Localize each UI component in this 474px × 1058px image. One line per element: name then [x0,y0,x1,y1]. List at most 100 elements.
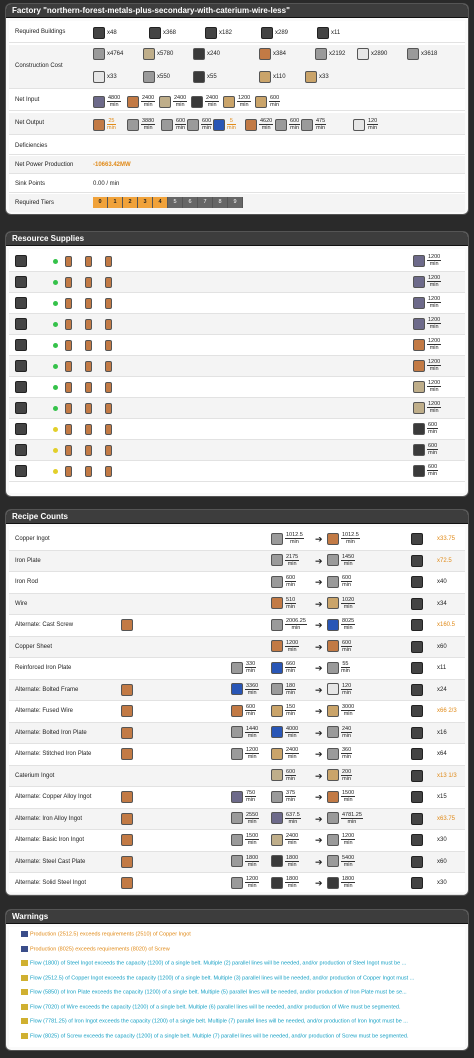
rate-denominator: min [429,324,439,330]
arrow-icon: ➔ [315,577,323,587]
cost-count: x2890 [371,51,388,57]
supply-row: 600 min [9,419,465,440]
coal-icon [191,95,203,108]
rate-fraction: 3880 min [141,118,156,131]
rate-denominator: min [247,818,257,825]
concrete-icon [143,48,155,60]
rate-fraction: 637.5 min [285,812,301,825]
rate-denominator: min [286,668,296,674]
rate-fraction: 330 min [245,661,257,674]
tier-0[interactable]: 0 [93,197,108,208]
rate-fraction: 1200 min [427,401,442,414]
ingredient-icon [271,640,283,652]
tier-6[interactable]: 6 [183,197,198,208]
warning-item: Flow (5850) of Iron Plate exceeds the ca… [21,989,407,995]
rate-denominator: min [247,861,257,868]
rate-fraction: 200 min [341,769,353,782]
building-icon [411,769,423,782]
rate-denominator: min [343,861,353,868]
recipe-output: 1500 min [327,790,356,803]
tier-2[interactable]: 2 [123,197,138,208]
tier-4[interactable]: 4 [153,197,168,208]
output-row: Net Output 25 min 3880 min 600 min 600 min 5 min 4… [9,113,465,135]
product-icon [327,640,339,652]
barrel-icon [65,466,72,477]
tier-8[interactable]: 8 [213,197,228,208]
rate-numerator: 1200 [427,317,442,324]
rate-numerator: 360 [341,747,353,754]
warning-item: Flow (1800) of Steel Ingot exceeds the c… [21,960,406,966]
ingredient-icon [231,790,243,803]
miner-icon [15,318,27,330]
product-icon [327,661,339,674]
recipe-row: Copper Ingot 1012.5 min ➔ 1012.5 min x33.75 [9,529,465,551]
status-dot [53,280,58,285]
cost-count: x384 [273,51,287,57]
rate-denominator: min [288,818,298,825]
rate-numerator: 3880 [141,118,156,125]
rate-numerator: 600 [341,575,353,582]
rate-denominator: min [287,840,297,846]
rate-fraction: 3000 min [341,704,356,717]
cost-item: x55 [193,71,217,83]
recipes-title: Recipe Counts [6,510,468,524]
copper-ore-icon [413,359,425,372]
rate-fraction: 600 min [201,118,213,131]
warning-item: Flow (7020) of Wire exceeds the capacity… [21,1003,401,1010]
recipe-input: 1800 min [271,855,300,868]
rate-numerator: 375 [285,790,297,797]
rate-denominator: min [343,711,353,717]
cost-item: x3618 [407,48,437,60]
recipe-output: 1012.5 min [327,532,360,545]
barrel-icon [85,382,92,393]
status-dot [53,385,58,390]
recipe-output: 200 min [327,769,353,782]
recipe-output: 120 min [327,683,353,696]
tier-5[interactable]: 5 [168,197,183,208]
rate-fraction: 1200 min [427,359,442,372]
rate-denominator: min [368,125,378,131]
rate-denominator: min [343,603,353,610]
rate-fraction: 510 min [285,597,297,610]
rate-denominator: min [286,711,296,717]
ingredient-icon [271,790,283,803]
rate-numerator: 4781.25 [341,811,363,819]
tier-9[interactable]: 9 [228,197,243,208]
sink-value: 0.00 / min [93,181,120,187]
rate-fraction: 1012.5 min [285,532,304,545]
screw-icon [213,118,225,131]
product-icon [327,833,339,846]
rate-numerator: 1450 [341,553,356,561]
building-count: x48 [107,30,117,36]
warning-text: Flow (5850) of Iron Plate exceeds the ca… [30,989,407,996]
rate-numerator: 2400 [173,95,188,102]
motor-icon [193,71,205,83]
building-icon [411,533,423,545]
reinforced-plate-icon [301,118,313,131]
tier-3[interactable]: 3 [138,197,153,208]
modular-frame-icon [93,71,105,83]
tier-7[interactable]: 7 [198,197,213,208]
recipe-output: 360 min [327,747,353,760]
supply-row: 600 min [9,461,465,482]
miner-icon [317,27,329,39]
rate-fraction: 120 min [341,683,353,696]
recipe-input: 2006.25 min [271,618,307,631]
recipe-row: Iron Rod 600 min ➔ 600 min x40 [9,572,465,594]
warning-text: Production (8025) exceeds requirements (… [30,945,170,952]
recipe-output: 8025 min [327,618,356,631]
factory-body: Required Buildings x48 x368 x182 x289 x11 Co… [9,21,465,212]
rate-numerator: 1200 [427,401,442,408]
building-icon [411,576,423,588]
status-dot [53,469,58,474]
tier-1[interactable]: 1 [108,197,123,208]
recipe-input: 150 min [271,704,297,717]
recipe-name: Alternate: Steel Cast Plate [15,858,86,865]
rate-fraction: 600 min [341,575,353,588]
rate-denominator: min [246,797,256,803]
warning-text: Flow (1800) of Steel Ingot exceeds the c… [30,960,407,967]
supplies-title: Resource Supplies [6,232,468,246]
rate-denominator: min [343,797,353,803]
rate-denominator: min [342,689,352,696]
rate-denominator: min [247,732,257,739]
